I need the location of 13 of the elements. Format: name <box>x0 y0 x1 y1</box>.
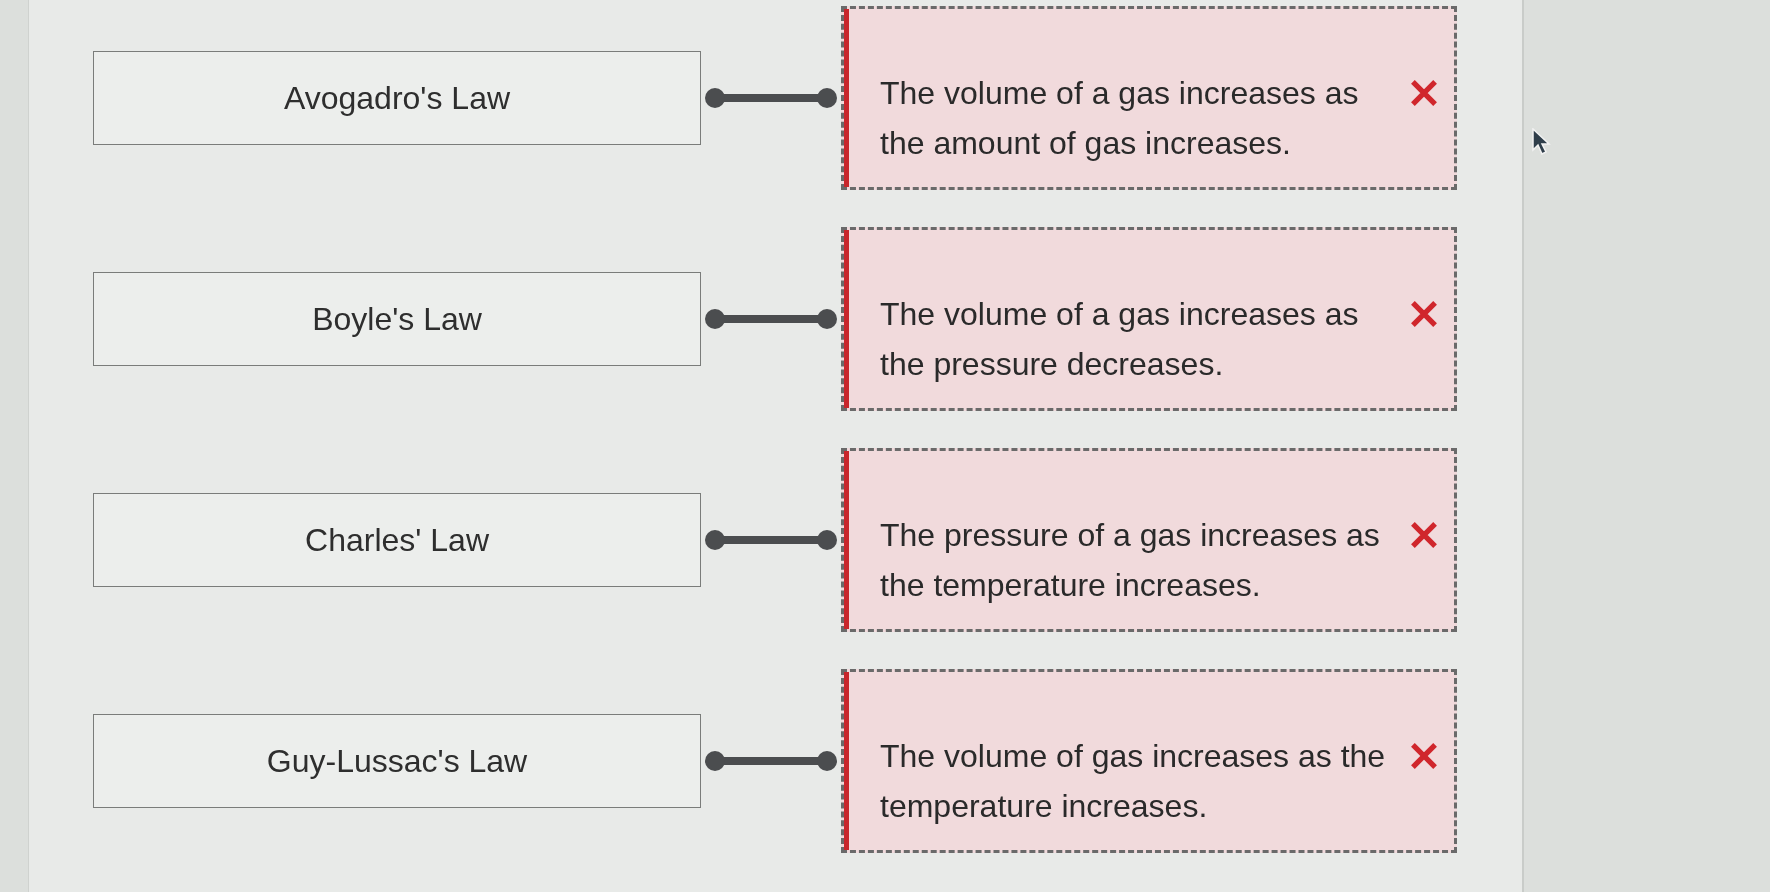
pointer-cursor-icon <box>1532 128 1552 156</box>
answer-card[interactable]: The volume of a gas increases as the amount of gas increases. <box>841 6 1457 190</box>
term-card[interactable]: Avogadro's Law <box>93 51 701 145</box>
term-card[interactable]: Guy-Lussac's Law <box>93 714 701 808</box>
answer-text: The volume of gas increases as the temperature increases. <box>880 737 1387 826</box>
answer-card[interactable]: The pressure of a gas increases as the temperature increases. <box>841 448 1457 632</box>
answer-text: The pressure of a gas increases as the temperature increases. <box>880 516 1381 605</box>
term-card[interactable]: Boyle's Law <box>93 272 701 366</box>
answer-text: The volume of a gas increases as the pressure decreases. <box>880 295 1360 384</box>
term-card[interactable]: Charles' Law <box>93 493 701 587</box>
answer-card[interactable]: The volume of gas increases as the temperature increases. <box>841 669 1457 853</box>
answer-card[interactable]: The volume of a gas increases as the pressure decreases. <box>841 227 1457 411</box>
answer-text: The volume of a gas increases as the amount of gas increases. <box>880 74 1360 163</box>
